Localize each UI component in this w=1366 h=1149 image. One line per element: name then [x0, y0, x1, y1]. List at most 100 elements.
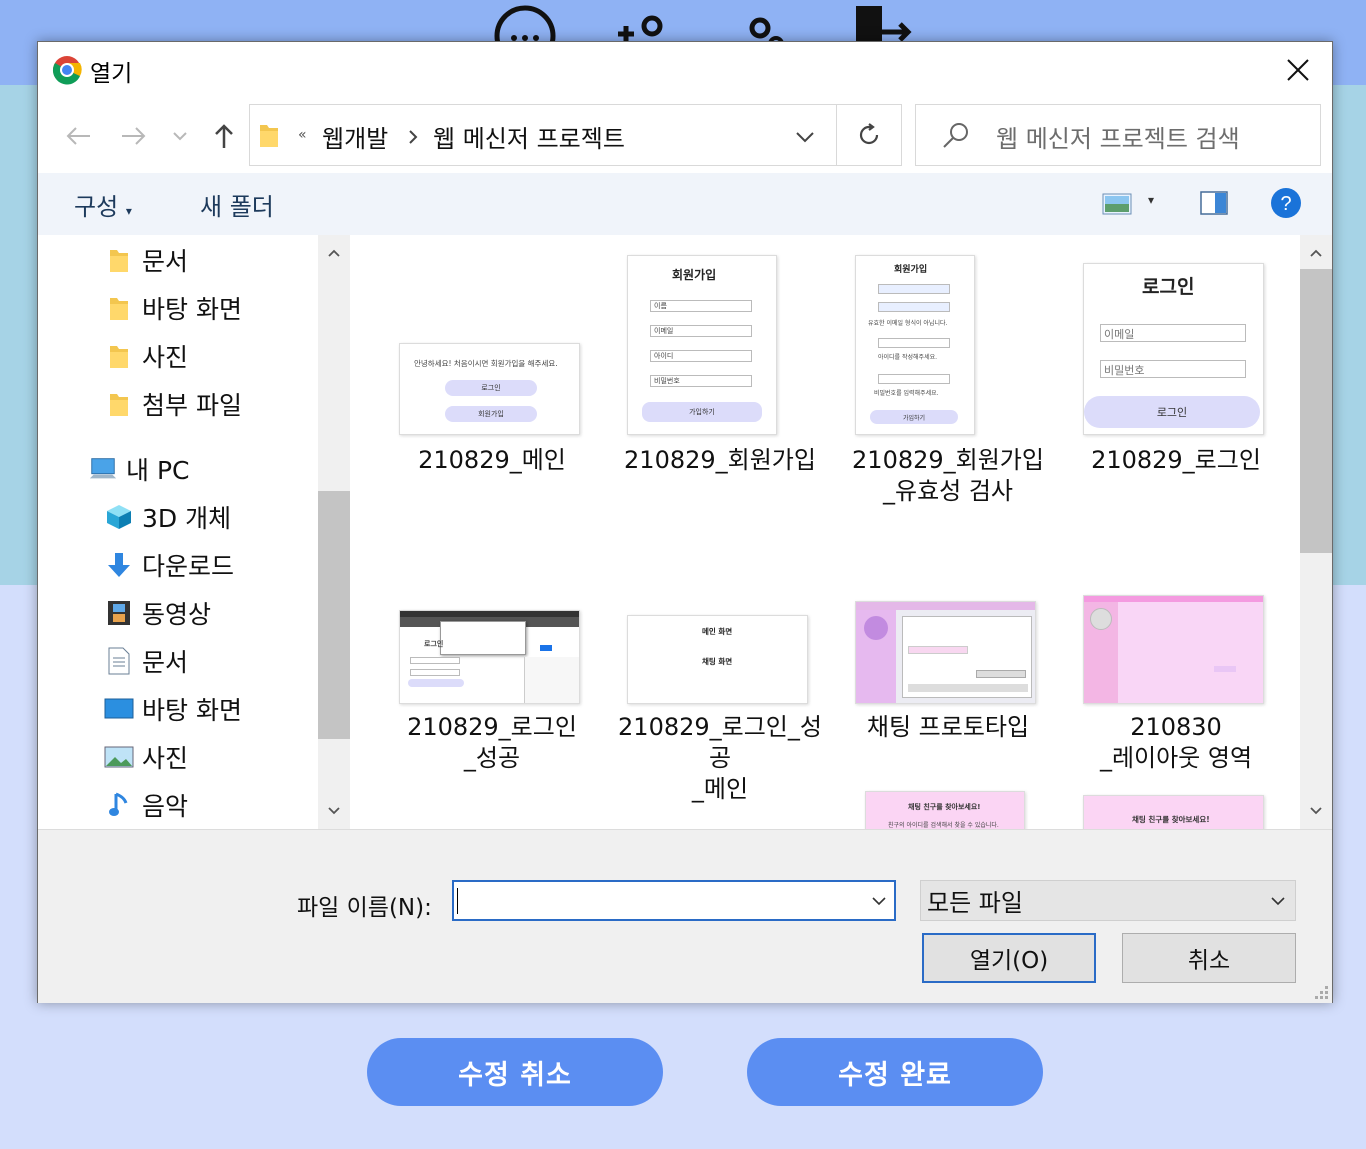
- nav-item-documents-quick[interactable]: 문서: [104, 240, 188, 280]
- file-item[interactable]: 210830 _레이아웃 영역: [1064, 595, 1288, 795]
- scroll-down-icon[interactable]: [328, 807, 340, 815]
- chrome-icon: [52, 56, 82, 85]
- dialog-footer: 파일 이름(N): 모든 파일 열기(O) 취소: [38, 829, 1332, 1003]
- desktop-icon: [104, 694, 134, 724]
- preview-pane-icon[interactable]: [1200, 191, 1228, 215]
- view-dropdown-icon[interactable]: ▾: [1148, 193, 1154, 207]
- file-item[interactable]: 채팅 프로토타입: [836, 595, 1060, 795]
- resize-grip-icon[interactable]: [1312, 983, 1330, 1001]
- file-name-input[interactable]: [452, 880, 896, 921]
- nav-item-pictures-quick[interactable]: 사진: [104, 336, 188, 376]
- breadcrumb-overflow[interactable]: «: [298, 127, 307, 143]
- forward-button[interactable]: [118, 120, 150, 152]
- folder-icon: [104, 293, 134, 323]
- nav-item-music[interactable]: 음악: [104, 785, 188, 825]
- download-arrow-icon: [104, 550, 134, 580]
- content-scrollbar[interactable]: [1300, 235, 1332, 829]
- view-options-icon[interactable]: [1102, 193, 1132, 215]
- file-item[interactable]: 회원가입 이름 이메일 아이디 비밀번호 가입하기 210829_회원가입: [608, 235, 832, 525]
- cancel-edit-button[interactable]: 수정 취소: [367, 1038, 663, 1106]
- address-bar[interactable]: « 웹개발 웹 메신저 프로젝트: [249, 104, 837, 166]
- dropdown-arrow-icon: ▾: [125, 204, 132, 218]
- complete-edit-button[interactable]: 수정 완료: [747, 1038, 1043, 1106]
- refresh-icon: [859, 123, 879, 145]
- command-bar: 구성 ▾ 새 폴더 ▾ ?: [38, 173, 1332, 235]
- nav-item-desktop[interactable]: 바탕 화면: [104, 689, 242, 729]
- search-box[interactable]: 웹 메신저 프로젝트 검색: [915, 104, 1321, 166]
- file-item[interactable]: 로그인 210829_로그인 _성공: [380, 595, 604, 795]
- navigation-row: « 웹개발 웹 메신저 프로젝트 웹 메신저 프로젝트 검색: [38, 102, 1332, 168]
- svg-text:?: ?: [1280, 193, 1291, 215]
- nav-item-label: 문서: [142, 247, 189, 276]
- nav-item-label: 바탕 화면: [142, 696, 242, 725]
- close-icon: [1287, 59, 1309, 81]
- scroll-up-icon[interactable]: [1310, 249, 1322, 257]
- file-item[interactable]: 로그인 이메일 비밀번호 로그인 210829_로그인: [1064, 235, 1288, 525]
- back-button[interactable]: [62, 120, 94, 152]
- nav-pane-scrollbar[interactable]: [318, 235, 350, 829]
- nav-item-label: 문서: [142, 648, 189, 677]
- scroll-thumb[interactable]: [1300, 269, 1332, 553]
- nav-item-documents[interactable]: 문서: [104, 641, 188, 681]
- nav-item-label: 사진: [142, 343, 189, 372]
- scroll-up-icon[interactable]: [328, 249, 340, 257]
- breadcrumb-parent[interactable]: 웹개발: [322, 119, 388, 154]
- text-cursor: [457, 888, 458, 914]
- nav-item-label: 동영상: [142, 600, 212, 629]
- back-arrow-icon: [66, 127, 90, 145]
- organize-menu[interactable]: 구성 ▾: [74, 187, 132, 222]
- file-item[interactable]: 회원가입 유효한 이메일 형식이 아닙니다. 아이디를 작성해주세요. 비밀번호…: [836, 235, 1060, 525]
- file-thumbnail: [1083, 595, 1264, 704]
- recent-locations-button[interactable]: [168, 120, 192, 152]
- file-thumbnail: 로그인: [399, 610, 580, 704]
- chevron-down-icon[interactable]: [872, 896, 886, 906]
- open-button[interactable]: 열기(O): [922, 933, 1096, 983]
- file-type-value: 모든 파일: [927, 889, 1023, 917]
- file-thumbnail: [855, 601, 1036, 704]
- nav-item-attachments[interactable]: 첨부 파일: [104, 384, 242, 424]
- nav-item-this-pc[interactable]: 내 PC: [88, 449, 189, 489]
- breadcrumb-current[interactable]: 웹 메신저 프로젝트: [433, 119, 625, 154]
- chevron-down-icon: [173, 132, 187, 141]
- close-button[interactable]: [1264, 42, 1332, 98]
- dialog-title: 열기: [90, 61, 133, 87]
- file-type-select[interactable]: 모든 파일: [920, 880, 1296, 921]
- refresh-button[interactable]: [836, 104, 902, 166]
- chevron-down-icon: [1271, 897, 1285, 906]
- scroll-down-icon[interactable]: [1310, 807, 1322, 815]
- file-item[interactable]: 채팅 친구를 찾아보세요!: [1064, 795, 1288, 829]
- nav-item-videos[interactable]: 동영상: [104, 593, 211, 633]
- new-folder-button[interactable]: 새 폴더: [200, 187, 274, 222]
- file-item[interactable]: 메인 화면 채팅 화면 210829_로그인_성공 _메인: [608, 595, 832, 803]
- folder-icon: [104, 245, 134, 275]
- nav-item-downloads[interactable]: 다운로드: [104, 545, 234, 585]
- nav-item-label: 음악: [142, 792, 189, 821]
- computer-icon: [88, 454, 118, 484]
- file-name: 210829_로그인: [1091, 446, 1261, 474]
- file-thumbnail: 로그인 이메일 비밀번호 로그인: [1083, 263, 1264, 435]
- forward-arrow-icon: [122, 127, 146, 145]
- up-button[interactable]: [208, 120, 240, 152]
- chevron-right-icon[interactable]: [408, 130, 418, 144]
- file-item[interactable]: 안녕하세요! 처음이시면 회원가입을 해주세요. 로그인 회원가입 210829…: [380, 235, 604, 525]
- file-thumbnail: 메인 화면 채팅 화면: [627, 615, 808, 704]
- nav-item-desktop-quick[interactable]: 바탕 화면: [104, 288, 242, 328]
- open-file-dialog: 열기 « 웹개발 웹 메신저 프로젝트 웹 메신저 프로젝트 검색 구성 ▾ 새…: [37, 41, 1333, 1003]
- nav-item-pictures[interactable]: 사진: [104, 737, 188, 777]
- film-icon: [104, 598, 134, 628]
- file-name: 채팅 프로토타입: [866, 713, 1030, 741]
- file-name: 210829_로그인 _성공: [407, 713, 577, 772]
- scroll-thumb[interactable]: [318, 491, 350, 739]
- file-item[interactable]: 채팅 친구를 찾아보세요! 친구의 아이디를 검색해서 찾을 수 있습니다.: [836, 791, 1060, 829]
- nav-item-3d-objects[interactable]: 3D 개체: [104, 497, 231, 537]
- help-icon[interactable]: ?: [1270, 187, 1302, 219]
- file-name-label: 파일 이름(N):: [297, 895, 432, 921]
- dialog-titlebar: 열기: [38, 42, 1332, 98]
- picture-icon: [104, 742, 134, 772]
- address-dropdown-icon[interactable]: [796, 131, 814, 143]
- cancel-button[interactable]: 취소: [1122, 933, 1296, 983]
- file-thumbnail: 회원가입 유효한 이메일 형식이 아닙니다. 아이디를 작성해주세요. 비밀번호…: [855, 255, 975, 435]
- file-list: 안녕하세요! 처음이시면 회원가입을 해주세요. 로그인 회원가입 210829…: [356, 235, 1300, 829]
- music-note-icon: [104, 790, 134, 820]
- nav-item-label: 첨부 파일: [142, 391, 242, 420]
